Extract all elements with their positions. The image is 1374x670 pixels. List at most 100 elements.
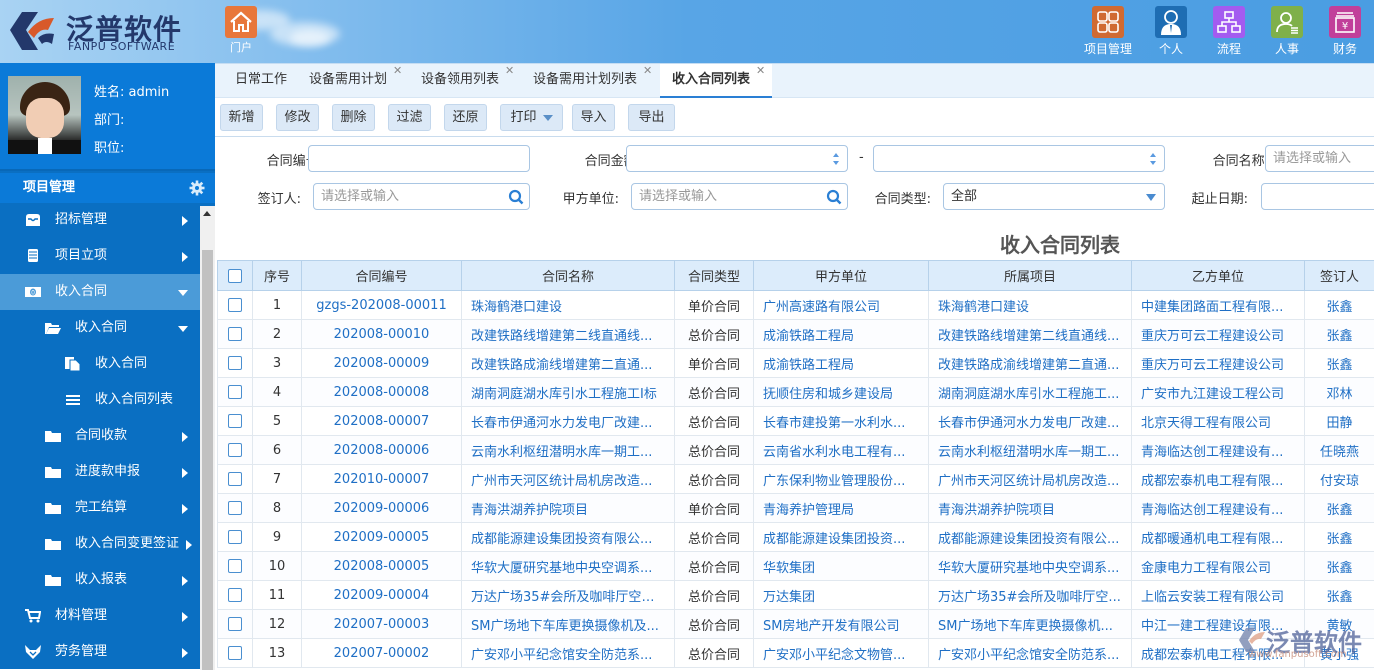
cell-party-b[interactable]: 金康电力工程有限公司 (1132, 552, 1305, 581)
cell-signer[interactable]: 黄敏 (1305, 610, 1374, 639)
nav-hr[interactable]: 人事 (1258, 6, 1316, 57)
cell-project[interactable]: 华软大厦研究基地中央空调系... (929, 552, 1132, 581)
date-range-input[interactable] (1261, 183, 1374, 210)
sidebar-item-final-settlement[interactable]: 完工结算 (0, 490, 200, 526)
cell-project[interactable]: 青海洪湖养护院项目 (929, 494, 1132, 523)
tab-daily-work[interactable]: 日常工作 (235, 64, 287, 98)
cell-contract-no[interactable]: 202010-00007 (302, 465, 462, 494)
cell-party-a[interactable]: 广州高速路有限公司 (754, 291, 929, 320)
table-row[interactable]: 7202010-00007广州市天河区统计局机房改造...总价合同广东保利物业管… (218, 465, 1374, 494)
table-row[interactable]: 1gzgs-202008-00011珠海鹤港口建设单价合同广州高速路有限公司珠海… (218, 291, 1374, 320)
cell-contract-name[interactable]: 广安邓小平纪念馆安全防范系... (462, 639, 675, 668)
tab-equipment-plan[interactable]: 设备需用计划 ✕ (309, 64, 387, 98)
row-select-cell[interactable] (218, 552, 253, 581)
cell-contract-name[interactable]: 万达广场35#会所及咖啡厅空调... (462, 581, 675, 610)
nav-personal[interactable]: 个人 (1142, 6, 1200, 57)
column-header[interactable]: 合同编号 (302, 261, 462, 291)
cell-contract-no[interactable]: 202008-00009 (302, 349, 462, 378)
cell-party-b[interactable]: 重庆万可云工程建设公司 (1132, 320, 1305, 349)
cell-signer[interactable]: 邓林 (1305, 378, 1374, 407)
cell-party-a[interactable]: 广安邓小平纪念文物管... (754, 639, 929, 668)
cell-party-a[interactable]: 青海养护管理局 (754, 494, 929, 523)
tab-equipment-plan-list[interactable]: 设备需用计划列表 ✕ (533, 64, 637, 98)
cell-party-a[interactable]: 成渝铁路工程局 (754, 349, 929, 378)
row-checkbox[interactable] (228, 298, 242, 312)
sidebar-item-contract-receipt[interactable]: 合同收款 (0, 418, 200, 454)
cell-contract-name[interactable]: 云南水利枢纽潜明水库一期工... (462, 436, 675, 465)
row-select-cell[interactable] (218, 320, 253, 349)
cell-party-a[interactable]: 万达集团 (754, 581, 929, 610)
row-select-cell[interactable] (218, 349, 253, 378)
sidebar-item-income-report[interactable]: 收入报表 (0, 562, 200, 598)
row-checkbox[interactable] (228, 443, 242, 457)
cell-party-a[interactable]: 华软集团 (754, 552, 929, 581)
column-header[interactable]: 甲方单位 (754, 261, 929, 291)
nav-workflow[interactable]: 流程 (1200, 6, 1258, 57)
close-icon[interactable]: ✕ (393, 55, 402, 87)
cell-contract-no[interactable]: 202007-00003 (302, 610, 462, 639)
cell-signer[interactable]: 付安琼 (1305, 465, 1374, 494)
filter-button[interactable]: 过滤 (388, 104, 431, 131)
table-row[interactable]: 5202008-00007长春市伊通河水力发电厂改建...总价合同长春市建投第一… (218, 407, 1374, 436)
cell-party-a[interactable]: 广东保利物业管理股份... (754, 465, 929, 494)
cell-party-b[interactable]: 成都暖通机电工程有限... (1132, 523, 1305, 552)
row-select-cell[interactable] (218, 436, 253, 465)
close-icon[interactable]: ✕ (505, 55, 514, 87)
cell-project[interactable]: 珠海鹤港口建设 (929, 291, 1132, 320)
amount-from-input[interactable] (626, 145, 848, 172)
cell-party-b[interactable]: 青海临达创工程建设有... (1132, 436, 1305, 465)
cell-project[interactable]: 改建铁路成渝线增建第二直通... (929, 349, 1132, 378)
row-checkbox[interactable] (228, 501, 242, 515)
cell-signer[interactable]: 任晓燕 (1305, 436, 1374, 465)
table-row[interactable]: 10202008-00005华软大厦研究基地中央空调系...总价合同华软集团华软… (218, 552, 1374, 581)
close-icon[interactable]: ✕ (756, 55, 765, 87)
table-row[interactable]: 2202008-00010改建铁路线增建第二线直通线...总价合同成渝铁路工程局… (218, 320, 1374, 349)
cell-signer[interactable]: 张鑫 (1305, 523, 1374, 552)
cell-contract-no[interactable]: 202008-00010 (302, 320, 462, 349)
spinner-icon[interactable] (832, 151, 840, 167)
cell-party-a[interactable]: 长春市建投第一水利水... (754, 407, 929, 436)
cell-signer[interactable]: 黄小强 (1305, 639, 1374, 668)
cell-contract-name[interactable]: 长春市伊通河水力发电厂改建... (462, 407, 675, 436)
edit-button[interactable]: 修改 (276, 104, 319, 131)
cell-party-b[interactable]: 青海临达创工程建设有... (1132, 494, 1305, 523)
sidebar-item-income-contract-group[interactable]: 收入合同 (0, 310, 200, 346)
table-row[interactable]: 6202008-00006云南水利枢纽潜明水库一期工...总价合同云南省水利水电… (218, 436, 1374, 465)
row-select-cell[interactable] (218, 407, 253, 436)
cell-project[interactable]: 广安邓小平纪念馆安全防范系... (929, 639, 1132, 668)
row-select-cell[interactable] (218, 465, 253, 494)
table-row[interactable]: 12202007-00003SM广场地下车库更换摄像机及...总价合同SM房地产… (218, 610, 1374, 639)
spinner-icon[interactable] (1149, 151, 1157, 167)
cell-signer[interactable]: 张鑫 (1305, 552, 1374, 581)
cell-party-a[interactable]: 抚顺住房和城乡建设局 (754, 378, 929, 407)
row-checkbox[interactable] (228, 327, 242, 341)
sidebar-item-bidding[interactable]: 招标管理 (0, 202, 200, 238)
cell-signer[interactable]: 张鑫 (1305, 291, 1374, 320)
sidebar-item-income-contract-form[interactable]: 收入合同 (0, 346, 200, 382)
cell-project[interactable]: 云南水利枢纽潜明水库一期工... (929, 436, 1132, 465)
sidebar-item-change-visa[interactable]: 收入合同变更签证 (0, 526, 200, 562)
cell-project[interactable]: 湖南洞庭湖水库引水工程施工... (929, 378, 1132, 407)
row-checkbox[interactable] (228, 646, 242, 660)
cell-contract-no[interactable]: 202009-00006 (302, 494, 462, 523)
print-button[interactable]: 打印 (500, 104, 563, 131)
scrollbar-thumb[interactable] (202, 250, 213, 670)
cell-party-b[interactable]: 广安市九江建设工程公司 (1132, 378, 1305, 407)
cell-party-b[interactable]: 重庆万可云工程建设公司 (1132, 349, 1305, 378)
cell-contract-no[interactable]: 202008-00006 (302, 436, 462, 465)
table-row[interactable]: 11202009-00004万达广场35#会所及咖啡厅空调...总价合同万达集团… (218, 581, 1374, 610)
cell-contract-name[interactable]: 湖南洞庭湖水库引水工程施工I标 (462, 378, 675, 407)
cell-contract-name[interactable]: 珠海鹤港口建设 (462, 291, 675, 320)
select-all-checkbox[interactable] (228, 269, 242, 283)
search-icon[interactable] (826, 189, 842, 205)
cell-contract-name[interactable]: 青海洪湖养护院项目 (462, 494, 675, 523)
cell-contract-name[interactable]: 华软大厦研究基地中央空调系... (462, 552, 675, 581)
row-select-cell[interactable] (218, 639, 253, 668)
delete-button[interactable]: 删除 (332, 104, 375, 131)
sidebar-item-material[interactable]: 材料管理 (0, 598, 200, 634)
cell-party-a[interactable]: 成都能源建设集团投资... (754, 523, 929, 552)
cell-project[interactable]: 改建铁路线增建第二线直通线... (929, 320, 1132, 349)
party-a-input[interactable]: 请选择或输入 (631, 183, 848, 210)
cell-signer[interactable]: 张鑫 (1305, 494, 1374, 523)
table-row[interactable]: 9202009-00005成都能源建设集团投资有限公...总价合同成都能源建设集… (218, 523, 1374, 552)
